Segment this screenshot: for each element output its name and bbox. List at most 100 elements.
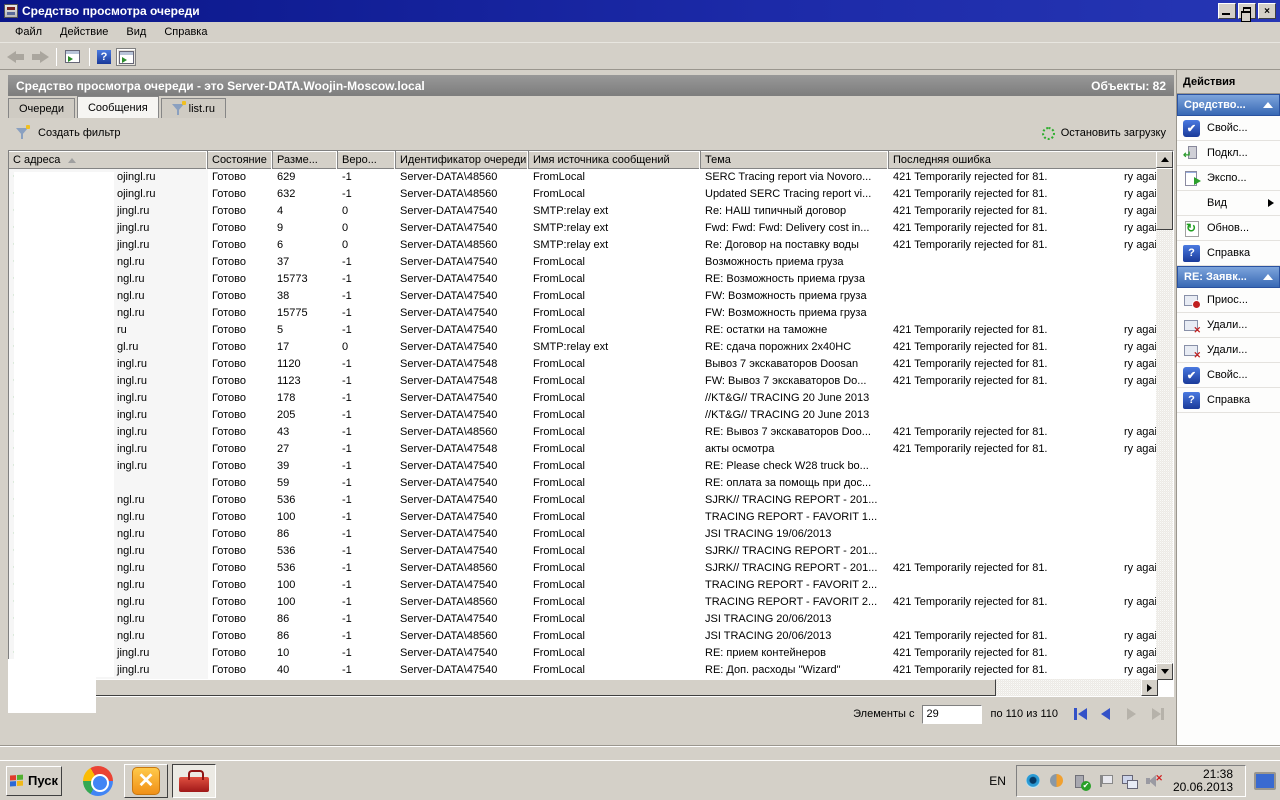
webcam-tray-icon[interactable] <box>1025 773 1041 789</box>
table-row[interactable]: ↑jingl.ruГотово60Server-DATA\48560SMTP:r… <box>9 237 1158 254</box>
tab-2[interactable]: list.ru <box>160 98 226 118</box>
previous-page-button[interactable] <box>1098 707 1114 721</box>
column-header-4[interactable]: Идентификатор очереди <box>396 151 529 169</box>
action-item[interactable]: Подкл... <box>1177 141 1280 166</box>
scroll-down-button[interactable] <box>1156 663 1173 680</box>
stop-loading-button[interactable]: Остановить загрузку <box>1041 126 1166 140</box>
action-item[interactable]: ? Справка <box>1177 241 1280 266</box>
exchange-taskbar-button[interactable]: ✕ <box>124 763 168 798</box>
horizontal-scrollbar[interactable] <box>9 679 1158 696</box>
toolbox-taskbar-button[interactable] <box>172 763 216 798</box>
delete-message-icon <box>1183 317 1201 336</box>
table-row[interactable]: ↑ruГотово5-1Server-DATA\47540FromLocalRE… <box>9 322 1158 339</box>
network-tray-icon[interactable] <box>1121 773 1138 789</box>
table-row[interactable]: ↑jingl.ruГотово40-1Server-DATA\47540From… <box>9 662 1158 679</box>
action-item[interactable]: Приос... <box>1177 288 1280 313</box>
column-header-1[interactable]: Состояние <box>208 151 273 169</box>
start-button[interactable]: Пуск <box>6 765 62 796</box>
update-tray-icon[interactable] <box>1049 773 1065 789</box>
table-row[interactable]: ↑jingl.ruГотово40Server-DATA\47540SMTP:r… <box>9 203 1158 220</box>
cell-status: Готово <box>212 222 246 234</box>
table-row[interactable]: ↑ingl.ruГотово39-1Server-DATA\47540FromL… <box>9 458 1158 475</box>
clock[interactable]: 21:38 20.06.2013 <box>1169 767 1237 794</box>
action-item[interactable]: Удали... <box>1177 338 1280 363</box>
table-row[interactable]: ↑ingl.ruГотово43-1Server-DATA\48560FromL… <box>9 424 1158 441</box>
table-row[interactable]: ↑ojingl.ruГотово632-1Server-DATA\48560Fr… <box>9 186 1158 203</box>
table-row[interactable]: ↑ingl.ruГотово178-1Server-DATA\47540From… <box>9 390 1158 407</box>
scroll-right-button[interactable] <box>1141 679 1158 696</box>
table-row[interactable]: ↑ngl.ruГотово536-1Server-DATA\47540FromL… <box>9 543 1158 560</box>
column-header-2[interactable]: Разме... <box>273 151 338 169</box>
column-header-7[interactable]: Последняя ошибка <box>889 151 1158 169</box>
collapse-icon[interactable] <box>1263 102 1273 108</box>
console-tree-icon[interactable] <box>63 48 83 66</box>
forward-icon[interactable] <box>29 48 51 66</box>
language-indicator[interactable]: EN <box>979 774 1016 788</box>
table-row[interactable]: ↑ngl.ruГотово100-1Server-DATA\47540FromL… <box>9 577 1158 594</box>
table-row[interactable]: ↑ngl.ruГотово86-1Server-DATA\48560FromLo… <box>9 628 1158 645</box>
table-row[interactable]: ↑ngl.ruГотово38-1Server-DATA\47540FromLo… <box>9 288 1158 305</box>
menu-item-1[interactable]: Действие <box>51 24 117 40</box>
action-item[interactable]: Экспо... <box>1177 166 1280 191</box>
table-row[interactable]: ↑ngl.ruГотово100-1Server-DATA\48560FromL… <box>9 594 1158 611</box>
volume-muted-icon[interactable] <box>1145 773 1163 789</box>
flag-tray-icon[interactable] <box>1097 773 1113 789</box>
table-row[interactable]: ↑ingl.ruГотово1123-1Server-DATA\47548Fro… <box>9 373 1158 390</box>
back-icon[interactable] <box>5 48 27 66</box>
vertical-scrollbar[interactable] <box>1156 151 1173 680</box>
column-header-5[interactable]: Имя источника сообщений <box>529 151 701 169</box>
items-from-input[interactable] <box>922 704 983 724</box>
table-row[interactable]: ↑ingl.ruГотово1120-1Server-DATA\47548Fro… <box>9 356 1158 373</box>
cell-error: 421 Temporarily rejected for 81. ry agai <box>889 237 1158 254</box>
table-row[interactable]: ↑gl.ruГотово170Server-DATA\47540SMTP:rel… <box>9 339 1158 356</box>
table-row[interactable]: ↑ojingl.ruГотово629-1Server-DATA\48560Fr… <box>9 169 1158 186</box>
menu-item-0[interactable]: Файл <box>6 24 51 40</box>
tab-1[interactable]: Сообщения <box>76 96 159 118</box>
restore-button[interactable] <box>1238 3 1256 22</box>
table-row[interactable]: ↑Готово59-1Server-DATA\47540FromLocalRE:… <box>9 475 1158 492</box>
table-row[interactable]: ↑ngl.ruГотово15775-1Server-DATA\47540Fro… <box>9 305 1158 322</box>
horizontal-scroll-thumb[interactable] <box>26 679 996 696</box>
collapse-icon[interactable] <box>1263 274 1273 280</box>
column-header-3[interactable]: Веро... <box>338 151 396 169</box>
action-item[interactable]: ✔ Свойс... <box>1177 363 1280 388</box>
table-row[interactable]: ↑ngl.ruГотово86-1Server-DATA\47540FromLo… <box>9 526 1158 543</box>
action-pane-toggle-icon[interactable] <box>116 47 136 66</box>
table-row[interactable]: ↑jingl.ruГотово90Server-DATA\47540SMTP:r… <box>9 220 1158 237</box>
action-item[interactable]: ✔ Свойс... <box>1177 116 1280 141</box>
table-row[interactable]: ↑ngl.ruГотово15773-1Server-DATA\47540Fro… <box>9 271 1158 288</box>
action-group-header-1[interactable]: RE: Заявк... <box>1177 266 1280 288</box>
column-header-0[interactable]: С адреса <box>9 151 208 169</box>
safely-remove-hardware-icon[interactable] <box>1073 773 1091 791</box>
tab-0[interactable]: Очереди <box>8 98 75 118</box>
help-icon[interactable]: ? <box>94 48 114 66</box>
first-page-button[interactable] <box>1072 707 1088 721</box>
create-filter-button[interactable]: Создать фильтр <box>16 125 121 139</box>
menu-item-3[interactable]: Справка <box>155 24 216 40</box>
vertical-scroll-thumb[interactable] <box>1156 168 1173 230</box>
table-row[interactable]: ↑ngl.ruГотово536-1Server-DATA\48560FromL… <box>9 560 1158 577</box>
column-header-6[interactable]: Тема <box>701 151 889 169</box>
action-item[interactable]: Удали... <box>1177 313 1280 338</box>
minimize-button[interactable] <box>1218 3 1236 19</box>
last-page-button[interactable] <box>1150 707 1166 721</box>
menu-item-2[interactable]: Вид <box>117 24 155 40</box>
table-row[interactable]: ↑ngl.ruГотово100-1Server-DATA\47540FromL… <box>9 509 1158 526</box>
close-button[interactable]: × <box>1258 3 1276 19</box>
cell-source: FromLocal <box>533 426 585 438</box>
table-row[interactable]: ↑ngl.ruГотово536-1Server-DATA\47540FromL… <box>9 492 1158 509</box>
action-item[interactable]: Обнов... <box>1177 216 1280 241</box>
scroll-up-button[interactable] <box>1156 151 1173 168</box>
action-item[interactable]: ? Справка <box>1177 388 1280 413</box>
next-page-button[interactable] <box>1124 707 1140 721</box>
table-row[interactable]: ↑jingl.ruГотово10-1Server-DATA\47540From… <box>9 645 1158 662</box>
action-group-header-0[interactable]: Средство... <box>1177 94 1280 116</box>
table-row[interactable]: ↑ingl.ruГотово27-1Server-DATA\47548FromL… <box>9 441 1158 458</box>
table-row[interactable]: ↑ingl.ruГотово205-1Server-DATA\47540From… <box>9 407 1158 424</box>
table-row[interactable]: ↑ngl.ruГотово86-1Server-DATA\47540FromLo… <box>9 611 1158 628</box>
table-row[interactable]: ↑ngl.ruГотово37-1Server-DATA\47540FromLo… <box>9 254 1158 271</box>
chrome-launcher[interactable] <box>76 764 120 798</box>
cell-status: Готово <box>212 579 246 591</box>
display-settings-icon[interactable] <box>1254 771 1276 790</box>
action-item[interactable]: Вид <box>1177 191 1280 216</box>
